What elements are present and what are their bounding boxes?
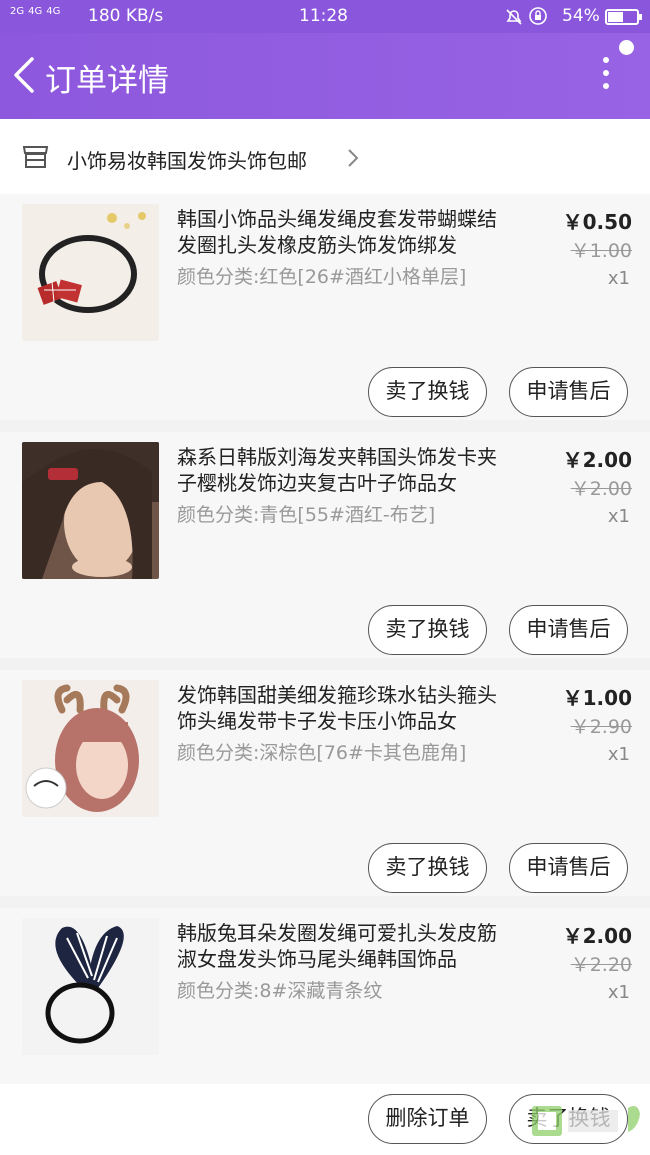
more-vertical-icon [594, 57, 618, 89]
after-sale-button[interactable]: 申请售后 [509, 843, 628, 893]
signal-indicators: 2G 4G 4G [10, 6, 64, 17]
quantity: x1 [607, 744, 630, 765]
product-title: 韩国小饰品头绳发绳皮套发带蝴蝶结发圈扎头发橡皮筋头饰发饰绑发 [177, 207, 497, 257]
signal-label: 4G [46, 6, 61, 17]
signal-label: 4G [28, 6, 43, 17]
battery-icon [605, 9, 642, 25]
after-sale-button[interactable]: 申请售后 [509, 605, 628, 655]
product-spec: 颜色分类:青色[55#酒红-布艺] [177, 504, 436, 526]
page-title: 订单详情 [45, 63, 169, 99]
nav-header: 订单详情 [0, 33, 650, 119]
product-image[interactable] [22, 680, 159, 817]
quantity: x1 [607, 506, 630, 527]
clock: 11:28 [299, 6, 348, 26]
order-item[interactable]: 韩国小饰品头绳发绳皮套发带蝴蝶结发圈扎头发橡皮筋头饰发饰绑发 颜色分类:红色[2… [0, 194, 650, 420]
sell-button[interactable]: 卖了换钱 [368, 605, 487, 655]
quantity: x1 [607, 982, 630, 1003]
notification-dot [619, 40, 634, 55]
signal-label: 2G [10, 6, 25, 17]
product-price: ￥2.00 [562, 924, 632, 948]
chevron-left-icon [14, 57, 34, 93]
original-price: ￥1.00 [570, 240, 632, 262]
product-spec: 颜色分类:8#深藏青条纹 [177, 980, 383, 1002]
product-price: ￥2.00 [562, 448, 632, 472]
product-title: 发饰韩国甜美细发箍珍珠水钻头箍头饰头绳发带卡子发卡压小饰品女 [177, 683, 497, 733]
product-spec: 颜色分类:深棕色[76#卡其色鹿角] [177, 742, 467, 764]
lock-rotation-icon [529, 7, 547, 25]
store-icon [22, 146, 49, 168]
back-button[interactable] [8, 53, 42, 97]
network-speed: 180 KB/s [88, 6, 164, 26]
product-title: 森系日韩版刘海发夹韩国头饰发卡夹子樱桃发饰边夹复古叶子饰品女 [177, 445, 497, 495]
product-title: 韩版兔耳朵发圈发绳可爱扎头发皮筋淑女盘发头饰马尾头绳韩国饰品 [177, 921, 497, 971]
sell-button[interactable]: 卖了换钱 [368, 843, 487, 893]
more-button[interactable] [594, 57, 618, 97]
quantity: x1 [607, 268, 630, 289]
after-sale-button[interactable]: 申请售后 [509, 367, 628, 417]
order-item[interactable]: 森系日韩版刘海发夹韩国头饰发卡夹子樱桃发饰边夹复古叶子饰品女 颜色分类:青色[5… [0, 432, 650, 658]
product-price: ￥1.00 [562, 686, 632, 710]
order-item[interactable]: 发饰韩国甜美细发箍珍珠水钻头箍头饰头绳发带卡子发卡压小饰品女 颜色分类:深棕色[… [0, 670, 650, 896]
status-bar: 2G 4G 4G 180 KB/s 11:28 54% [0, 0, 650, 33]
mute-icon [506, 9, 522, 25]
status-icons [505, 6, 548, 30]
battery-fill [608, 12, 623, 22]
shop-row[interactable]: 小饰易妆韩国发饰头饰包邮 [0, 119, 650, 194]
sell-button[interactable]: 卖了换钱 [368, 367, 487, 417]
original-price: ￥2.00 [570, 478, 632, 500]
product-image[interactable] [22, 918, 159, 1055]
original-price: ￥2.90 [570, 716, 632, 738]
product-spec: 颜色分类:红色[26#酒红小格单层] [177, 266, 467, 288]
chevron-right-icon [348, 149, 359, 167]
battery-percent: 54% [562, 6, 600, 26]
shop-name: 小饰易妆韩国发饰头饰包邮 [67, 149, 307, 173]
delete-order-button[interactable]: 删除订单 [368, 1094, 487, 1144]
product-price: ￥0.50 [562, 210, 632, 234]
product-image[interactable] [22, 442, 159, 579]
original-price: ￥2.20 [570, 954, 632, 976]
watermark-logo [532, 1106, 640, 1136]
product-image[interactable] [22, 204, 159, 341]
